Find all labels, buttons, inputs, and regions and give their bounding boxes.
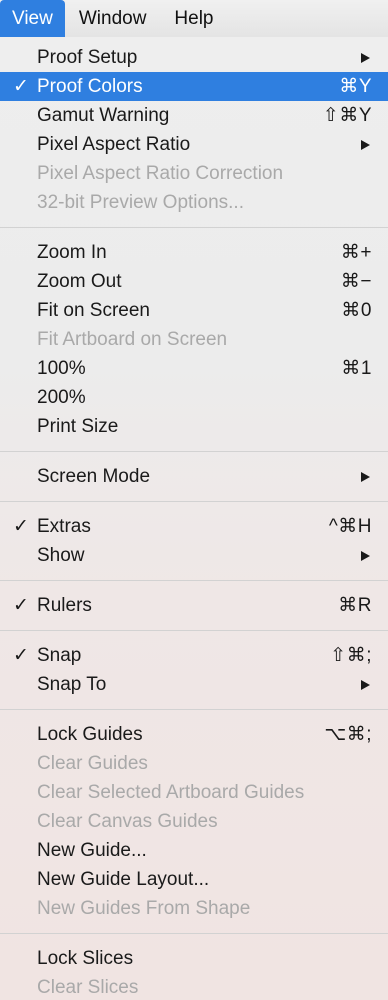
menu-item-label: Zoom Out [37, 271, 122, 292]
menu-item-label: Proof Colors [37, 76, 143, 97]
menu-item-label: Show [37, 545, 85, 566]
checkmark-icon: ✓ [13, 516, 29, 537]
menu-item-zoom-in[interactable]: Zoom In ⌘+ [0, 238, 388, 267]
menu-item-lock-slices[interactable]: Lock Slices [0, 944, 388, 973]
menu-item-proof-setup[interactable]: Proof Setup [0, 43, 388, 72]
menu-item-label: Rulers [37, 595, 92, 616]
menu-separator [0, 933, 388, 934]
menu-item-clear-canvas-guides: Clear Canvas Guides [0, 807, 388, 836]
menu-item-pixel-aspect-ratio-correction: Pixel Aspect Ratio Correction [0, 159, 388, 188]
menu-item-32bit-preview-options: 32-bit Preview Options... [0, 188, 388, 217]
menu-item-shortcut: ⌘+ [340, 242, 372, 263]
menu-item-label: Clear Guides [37, 753, 148, 774]
menu-item-label: Snap [37, 645, 82, 666]
menu-item-new-guides-from-shape: New Guides From Shape [0, 894, 388, 923]
menubar-help[interactable]: Help [160, 0, 227, 37]
menu-item-label: Fit Artboard on Screen [37, 329, 228, 350]
menu-item-label: Gamut Warning [37, 105, 170, 126]
submenu-arrow-icon [361, 53, 370, 63]
menu-separator [0, 709, 388, 710]
menu-bar: View Window Help [0, 0, 388, 37]
menu-item-label: Lock Slices [37, 948, 134, 969]
menubar-window[interactable]: Window [65, 0, 161, 37]
menu-item-shortcut: ⌘− [340, 271, 372, 292]
menu-item-label: 32-bit Preview Options... [37, 192, 244, 213]
menu-item-clear-slices: Clear Slices [0, 973, 388, 1000]
menu-item-label: 200% [37, 387, 86, 408]
menu-item-extras[interactable]: ✓ Extras ^⌘H [0, 512, 388, 541]
menu-item-shortcut: ⌥⌘; [324, 724, 372, 745]
menu-item-label: Proof Setup [37, 47, 138, 68]
menu-item-label: Pixel Aspect Ratio [37, 134, 191, 155]
menu-item-snap-to[interactable]: Snap To [0, 670, 388, 699]
menu-item-label: Screen Mode [37, 466, 151, 487]
menu-item-show[interactable]: Show [0, 541, 388, 570]
menu-item-label: Clear Canvas Guides [37, 811, 218, 832]
menu-item-200-percent[interactable]: 200% [0, 383, 388, 412]
menu-item-shortcut: ⌘1 [341, 358, 372, 379]
menu-item-label: Clear Selected Artboard Guides [37, 782, 305, 803]
checkmark-icon: ✓ [13, 76, 29, 97]
submenu-arrow-icon [361, 551, 370, 561]
checkmark-icon: ✓ [13, 595, 29, 616]
menu-item-clear-guides: Clear Guides [0, 749, 388, 778]
menu-separator [0, 451, 388, 452]
menu-item-label: Clear Slices [37, 977, 139, 998]
menu-separator [0, 580, 388, 581]
menu-item-label: Print Size [37, 416, 119, 437]
menu-item-label: New Guides From Shape [37, 898, 251, 919]
menu-item-label: Zoom In [37, 242, 107, 263]
menu-item-shortcut: ⇧⌘Y [322, 105, 372, 126]
menu-item-shortcut: ⌘R [338, 595, 372, 616]
submenu-arrow-icon [361, 140, 370, 150]
menu-item-zoom-out[interactable]: Zoom Out ⌘− [0, 267, 388, 296]
menu-item-fit-artboard-on-screen: Fit Artboard on Screen [0, 325, 388, 354]
menu-item-fit-on-screen[interactable]: Fit on Screen ⌘0 [0, 296, 388, 325]
menu-item-label: Fit on Screen [37, 300, 150, 321]
menu-item-gamut-warning[interactable]: Gamut Warning ⇧⌘Y [0, 101, 388, 130]
menu-item-shortcut: ⌘0 [341, 300, 372, 321]
menu-item-label: New Guide... [37, 840, 147, 861]
menu-item-clear-selected-artboard-guides: Clear Selected Artboard Guides [0, 778, 388, 807]
submenu-arrow-icon [361, 680, 370, 690]
menu-item-new-guide[interactable]: New Guide... [0, 836, 388, 865]
menu-item-rulers[interactable]: ✓ Rulers ⌘R [0, 591, 388, 620]
menu-item-proof-colors[interactable]: ✓ Proof Colors ⌘Y [0, 72, 388, 101]
menu-item-label: Lock Guides [37, 724, 143, 745]
menu-item-shortcut: ⇧⌘; [330, 645, 372, 666]
menu-item-shortcut: ⌘Y [339, 76, 372, 97]
menu-item-print-size[interactable]: Print Size [0, 412, 388, 441]
menu-item-new-guide-layout[interactable]: New Guide Layout... [0, 865, 388, 894]
menu-item-lock-guides[interactable]: Lock Guides ⌥⌘; [0, 720, 388, 749]
menu-item-shortcut: ^⌘H [328, 516, 372, 537]
menu-item-100-percent[interactable]: 100% ⌘1 [0, 354, 388, 383]
menu-item-label: Extras [37, 516, 91, 537]
menubar-view[interactable]: View [0, 0, 65, 37]
submenu-arrow-icon [361, 472, 370, 482]
menu-item-label: New Guide Layout... [37, 869, 210, 890]
menu-item-snap[interactable]: ✓ Snap ⇧⌘; [0, 641, 388, 670]
menu-item-label: Pixel Aspect Ratio Correction [37, 163, 284, 184]
menu-item-label: 100% [37, 358, 86, 379]
menu-separator [0, 227, 388, 228]
menu-item-screen-mode[interactable]: Screen Mode [0, 462, 388, 491]
menu-item-pixel-aspect-ratio[interactable]: Pixel Aspect Ratio [0, 130, 388, 159]
menu-separator [0, 630, 388, 631]
checkmark-icon: ✓ [13, 645, 29, 666]
menu-separator [0, 501, 388, 502]
menu-item-label: Snap To [37, 674, 107, 695]
view-menu: Proof Setup ✓ Proof Colors ⌘Y Gamut Warn… [0, 38, 388, 1000]
